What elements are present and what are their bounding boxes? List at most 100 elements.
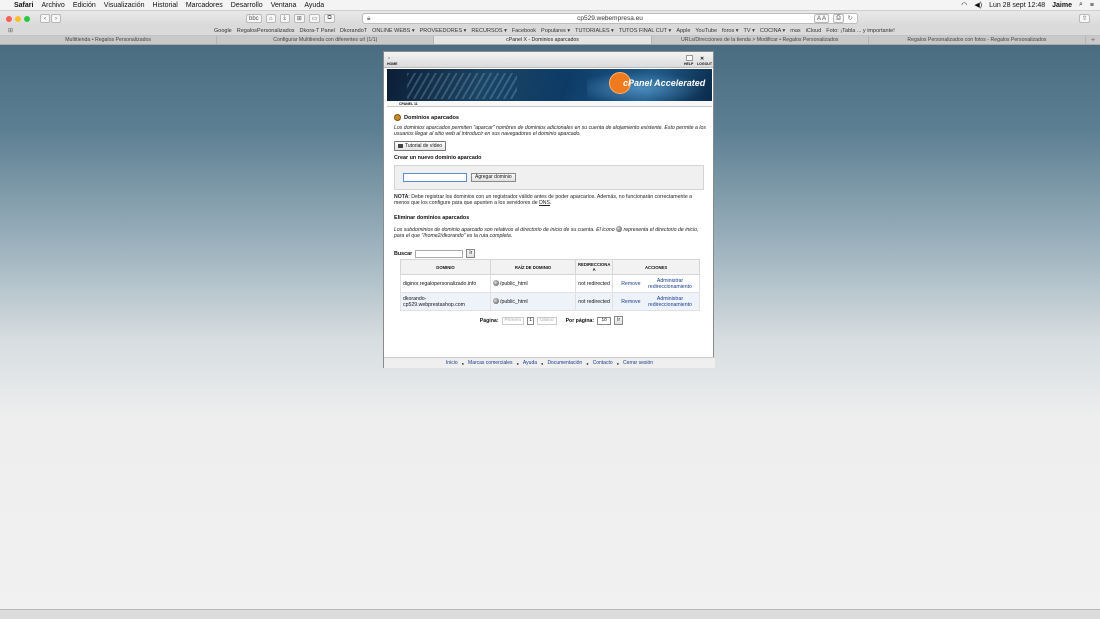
breadcrumb[interactable]: CPANEL 11 (387, 101, 712, 107)
bookmark-item[interactable]: TUTOS FINAL CUT ▾ (619, 28, 671, 34)
share-icon[interactable]: ⇧ (1078, 14, 1090, 23)
print-icon[interactable]: ⎙ (833, 14, 844, 23)
menu-edicion[interactable]: Edición (73, 2, 96, 9)
note-end: . (550, 200, 552, 206)
zoom-window-button[interactable] (24, 15, 30, 22)
address-bar[interactable]: 🔒︎ cp529.webempresa.eu ↻ (362, 13, 858, 24)
bookmark-item[interactable]: TUTORIALES ▾ (575, 28, 614, 34)
footer-link-contacto[interactable]: Contacto (593, 360, 613, 366)
root-cell: /public_html (490, 274, 576, 293)
help-link[interactable]: HELP (684, 62, 693, 66)
per-page-go-button[interactable]: Ir (614, 316, 624, 325)
home-link[interactable]: HOME (387, 62, 398, 66)
column-header-domain[interactable]: Dominio (400, 259, 491, 275)
top-sites-icon[interactable]: ⊞ (293, 14, 305, 23)
bookmark-item[interactable]: DkorandoT (340, 28, 367, 34)
volume-icon[interactable]: ◀) (974, 1, 982, 9)
bookmark-item[interactable]: RegalosPersonalizados (237, 28, 295, 34)
cpanel-page: ⌂ HOME HELP ✕ LOGOUT cPanel Accelerated … (383, 51, 715, 368)
footer-link-marcas[interactable]: Marcas comerciales (468, 360, 512, 366)
bookmark-item[interactable]: Foto: ¡Tabla ... y importante! (826, 28, 894, 34)
spotlight-icon[interactable]: ⌕ (1079, 1, 1083, 9)
menu-desarrollo[interactable]: Desarrollo (231, 2, 263, 9)
remove-link[interactable]: Remove (621, 281, 640, 287)
download-icon[interactable]: ⤓ (279, 14, 290, 23)
remove-link[interactable]: Remove (621, 299, 640, 305)
bookmark-item[interactable]: PROVEEDORES ▾ (420, 28, 467, 34)
bookmark-item[interactable]: Facebook (512, 28, 536, 34)
bookmark-item[interactable]: iCloud (806, 28, 822, 34)
footer-link-cerrar-sesion[interactable]: Cerrar sesión (623, 360, 653, 366)
bookmark-item[interactable]: Populares ▾ (541, 28, 570, 34)
bookmark-item[interactable]: COCINA ▾ (760, 28, 785, 34)
first-page-button[interactable]: Primero (501, 316, 525, 325)
search-row: Buscar Ir (394, 249, 709, 258)
tab-urls-tienda[interactable]: URLs/Direcciones de la tienda > Modifica… (652, 36, 869, 44)
search-label: Buscar (394, 250, 413, 257)
tab-cpanel-dominios[interactable]: cPanel X - Dominios aparcados (434, 36, 652, 44)
search-input[interactable] (415, 249, 464, 258)
menu-app-name[interactable]: Safari (14, 2, 33, 9)
column-header-root[interactable]: Raíz de dominio (490, 259, 576, 275)
add-domain-button[interactable]: Agregar dominio (471, 173, 516, 182)
table-row: dkorando-cp529.webprestashop.com /public… (400, 292, 700, 311)
bookmark-item[interactable]: max (790, 28, 800, 34)
bookmark-item[interactable]: RECURSOS ▾ (471, 28, 506, 34)
user-name[interactable]: Jaime (1052, 2, 1072, 9)
bookmark-item[interactable]: TV ▾ (744, 28, 755, 34)
bookmarks-list: Google RegalosPersonalizados Dkora-T Pan… (214, 28, 895, 34)
home-icon[interactable]: ⌂ (388, 56, 390, 60)
tab-multitienda[interactable]: Multitienda • Regalos Personalizados (0, 36, 218, 44)
footer-link-inicio[interactable]: Inicio (446, 360, 458, 366)
bookmark-item[interactable]: Apple (676, 28, 690, 34)
manage-redirect-link[interactable]: Administrar redireccionamiento (643, 278, 697, 290)
help-icon[interactable] (686, 55, 693, 61)
notification-center-icon[interactable]: ≡ (1090, 2, 1094, 9)
tab-configurar-multitienda[interactable]: Configurar Multitienda con diferentes ur… (217, 36, 435, 44)
menu-marcadores[interactable]: Marcadores (186, 2, 223, 9)
bookmark-item[interactable]: foros ▾ (722, 28, 739, 34)
page-title: Dominios aparcados (394, 114, 709, 121)
menu-ayuda[interactable]: Ayuda (304, 2, 324, 9)
menu-ventana[interactable]: Ventana (271, 2, 297, 9)
search-go-button[interactable]: Ir (466, 249, 476, 258)
clock[interactable]: Lun 28 sept 12:48 (989, 2, 1045, 9)
new-tab-button[interactable]: + (1086, 36, 1100, 44)
menu-historial[interactable]: Historial (153, 2, 178, 9)
home-icon[interactable]: ⌂ (265, 14, 276, 23)
video-tutorial-button[interactable]: Tutorial de vídeo (394, 141, 447, 151)
reload-icon[interactable]: ↻ (848, 14, 853, 23)
tabs-icon[interactable]: ⧉ (324, 14, 335, 23)
domain-input[interactable] (403, 173, 467, 182)
last-page-button[interactable]: Último (537, 316, 557, 325)
footer-link-documentacion[interactable]: Documentación (547, 360, 582, 366)
per-page-input[interactable]: 10 (597, 316, 612, 325)
wifi-icon[interactable]: ◠ (961, 1, 967, 9)
parked-domains-table: Dominio Raíz de dominio Redirecciona a A… (400, 259, 700, 311)
reader-button[interactable]: bbc (246, 14, 262, 23)
page-title-text: Dominios aparcados (404, 114, 460, 121)
bookmarks-grid-icon[interactable]: ⊞ (8, 27, 13, 34)
close-window-button[interactable] (6, 15, 12, 22)
bookmark-item[interactable]: ONLINE WEBS ▾ (372, 28, 415, 34)
dns-link[interactable]: DNS (539, 200, 550, 206)
back-button[interactable]: ‹ (40, 14, 50, 23)
logout-link[interactable]: LOGOUT (697, 62, 712, 66)
bookmark-item[interactable]: YouTube (695, 28, 717, 34)
text-size-button[interactable]: A A (814, 14, 830, 23)
menu-visualizacion[interactable]: Visualización (104, 2, 145, 9)
tab-bar: Multitienda • Regalos Personalizados Con… (0, 36, 1100, 45)
footer-link-ayuda[interactable]: Ayuda (523, 360, 537, 366)
sidebar-icon[interactable]: ▭ (308, 14, 321, 23)
menu-archivo[interactable]: Archivo (41, 2, 64, 9)
manage-redirect-link[interactable]: Administrar redireccionamiento (643, 296, 697, 308)
bookmark-item[interactable]: Google (214, 28, 232, 34)
minimize-window-button[interactable] (15, 15, 21, 22)
column-header-redirect[interactable]: Redirecciona a (574, 259, 614, 275)
current-page[interactable]: 1 (527, 316, 534, 325)
forward-button[interactable]: › (51, 14, 61, 23)
tab-regalos-fotos[interactable]: Regalos Personalizados con fotos - Regal… (869, 36, 1087, 44)
status-bar (0, 609, 1100, 619)
redirect-cell: not redirected (574, 292, 614, 311)
bookmark-item[interactable]: Dkora-T Panel (300, 28, 335, 34)
